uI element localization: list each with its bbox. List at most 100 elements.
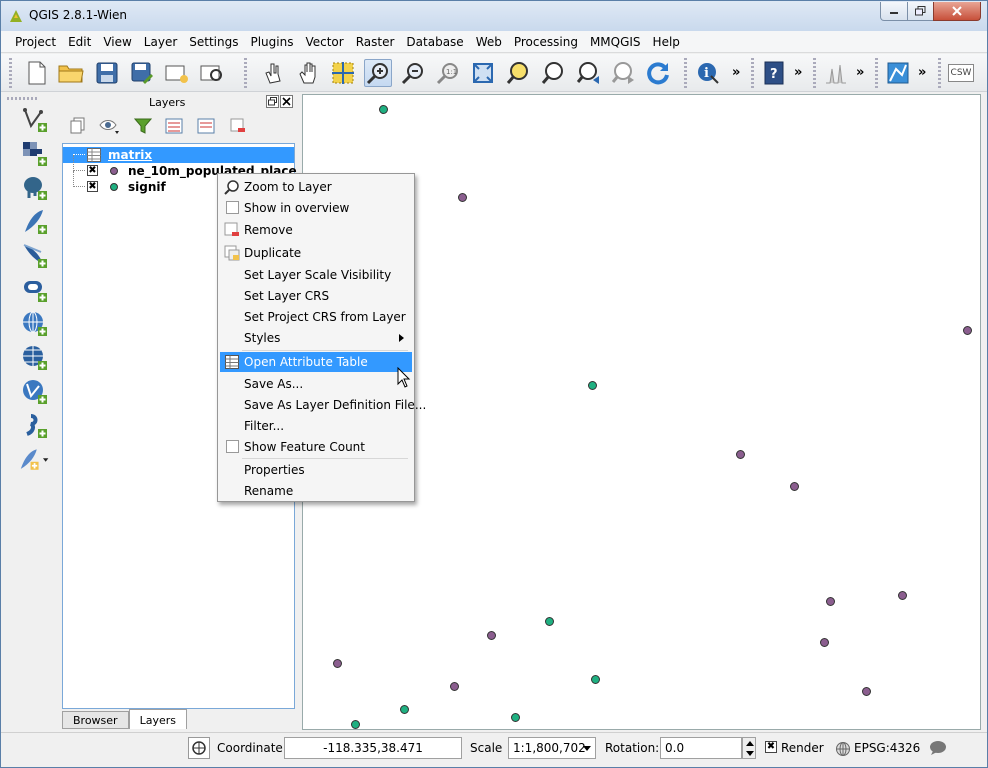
menu-web[interactable]: Web [470,31,508,53]
add-wms-layer-button[interactable] [19,309,51,339]
refresh-button[interactable] [644,59,672,87]
toolbar-more-button[interactable]: » [732,65,740,80]
toolbar-handle[interactable] [9,58,12,88]
rotation-field[interactable]: 0.0 [660,737,742,759]
new-project-button[interactable] [23,59,51,87]
touch-zoom-button[interactable] [259,59,287,87]
menu-item-save-as[interactable]: Save As... [220,374,412,394]
raster-histogram-button[interactable] [822,59,850,87]
menu-vector[interactable]: Vector [299,31,349,53]
minimize-button[interactable] [880,2,908,21]
add-oracle-layer-button[interactable] [19,275,51,305]
zoom-full-button[interactable] [469,59,497,87]
toolbar-more-button[interactable]: » [856,65,864,80]
add-postgis-layer-button[interactable] [19,173,51,203]
menu-plugins[interactable]: Plugins [244,31,299,53]
feature-count-checkbox[interactable] [226,440,239,453]
toolbar-more-button[interactable]: » [794,65,802,80]
pan-to-selection-button[interactable] [329,59,357,87]
toolbar-more-button[interactable]: » [918,65,926,80]
rotation-spinner[interactable] [742,737,756,759]
layer-visibility-checkbox[interactable]: ✖ [87,165,98,176]
menu-view[interactable]: View [97,31,137,53]
filter-legend-button[interactable] [132,115,154,137]
toolbar-handle[interactable] [684,58,687,88]
manage-visibility-button[interactable] [99,115,121,137]
zoom-actual-size-button[interactable]: 1:1 [434,59,462,87]
help-contents-button[interactable]: ? [760,59,788,87]
tab-layers[interactable]: Layers [128,709,187,729]
identify-features-button[interactable]: i [694,59,722,87]
menu-item-show-in-overview[interactable]: Show in overview [220,198,412,218]
toolbar-handle[interactable] [751,58,754,88]
tab-browser[interactable]: Browser [62,711,129,729]
menu-item-zoom-to-layer[interactable]: Zoom to Layer [220,177,412,197]
menu-item-styles[interactable]: Styles [220,328,412,348]
save-project-button[interactable] [93,59,121,87]
maximize-button[interactable] [907,2,934,21]
csw-button[interactable]: CSW [947,59,975,87]
close-panel-button[interactable] [280,95,293,108]
zoom-in-button[interactable] [364,59,392,87]
georeferencer-button[interactable] [884,59,912,87]
close-button[interactable] [933,2,981,21]
menu-item-duplicate[interactable]: Duplicate [220,243,412,263]
menu-item-show-feature-count[interactable]: Show Feature Count [220,437,412,457]
menu-item-set-layer-crs[interactable]: Set Layer CRS [220,286,412,306]
layer-visibility-checkbox[interactable]: ✖ [87,181,98,192]
menu-item-save-as-layer-definition[interactable]: Save As Layer Definition File... [220,395,426,415]
add-vector-layer-button[interactable] [19,105,51,135]
zoom-to-selection-button[interactable] [504,59,532,87]
scale-combobox[interactable]: 1:1,800,702 [508,737,596,759]
remove-layer-button[interactable] [227,115,249,137]
toolbar-handle[interactable] [938,58,941,88]
collapse-all-button[interactable] [195,115,217,137]
menu-raster[interactable]: Raster [350,31,401,53]
add-raster-layer-button[interactable] [19,139,51,169]
add-spatialite-layer-button[interactable] [19,207,51,237]
menu-item-remove[interactable]: Remove [220,220,412,240]
menu-help[interactable]: Help [647,31,686,53]
expand-all-button[interactable] [163,115,185,137]
zoom-out-button[interactable] [399,59,427,87]
menu-settings[interactable]: Settings [183,31,244,53]
menu-item-set-layer-scale-visibility[interactable]: Set Layer Scale Visibility [220,265,412,285]
menu-item-open-attribute-table[interactable]: Open Attribute Table [220,352,412,372]
new-shapefile-layer-button[interactable] [19,445,51,475]
toolbar-handle[interactable] [875,58,878,88]
toolbar-handle[interactable] [7,97,37,100]
menu-layer[interactable]: Layer [138,31,183,53]
add-wcs-layer-button[interactable] [19,343,51,373]
layer-row-matrix[interactable]: matrix [63,147,294,163]
float-panel-button[interactable] [266,95,279,108]
coordinate-field[interactable]: -118.335,38.471 [284,737,462,759]
render-checkbox[interactable]: ✖ [765,741,777,753]
add-mssql-layer-button[interactable] [19,241,51,271]
menu-project[interactable]: Project [9,31,62,53]
pan-map-button[interactable] [295,59,323,87]
menu-database[interactable]: Database [400,31,469,53]
crs-status-button[interactable]: EPSG:4326 [854,741,920,755]
menu-processing[interactable]: Processing [508,31,584,53]
add-group-button[interactable] [67,115,89,137]
menu-item-rename[interactable]: Rename [220,481,412,501]
new-print-composer-button[interactable] [163,59,191,87]
toggle-extents-button[interactable] [188,737,210,759]
toolbar-handle[interactable] [813,58,816,88]
menu-edit[interactable]: Edit [62,31,97,53]
menu-item-filter[interactable]: Filter... [220,416,412,436]
overview-checkbox[interactable] [226,201,239,214]
zoom-to-layer-button[interactable] [539,59,567,87]
menu-mmqgis[interactable]: MMQGIS [584,31,647,53]
composer-manager-button[interactable] [198,59,226,87]
add-wfs-layer-button[interactable] [19,377,51,407]
message-log-icon[interactable] [929,740,947,756]
zoom-last-button[interactable] [575,59,603,87]
zoom-next-button[interactable] [610,59,638,87]
add-delimited-text-layer-button[interactable] [19,411,51,441]
menu-item-set-project-crs[interactable]: Set Project CRS from Layer [220,307,412,327]
menu-item-properties[interactable]: Properties [220,460,412,480]
open-project-button[interactable] [57,59,85,87]
save-as-button[interactable] [128,59,156,87]
toolbar-handle[interactable] [244,58,247,88]
